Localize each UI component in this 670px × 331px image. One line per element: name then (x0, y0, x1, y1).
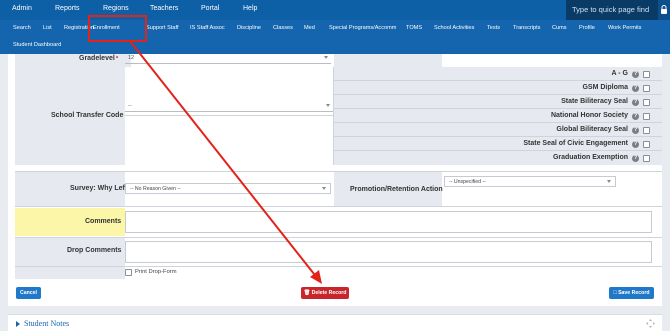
annotation-arrow (129, 40, 322, 284)
